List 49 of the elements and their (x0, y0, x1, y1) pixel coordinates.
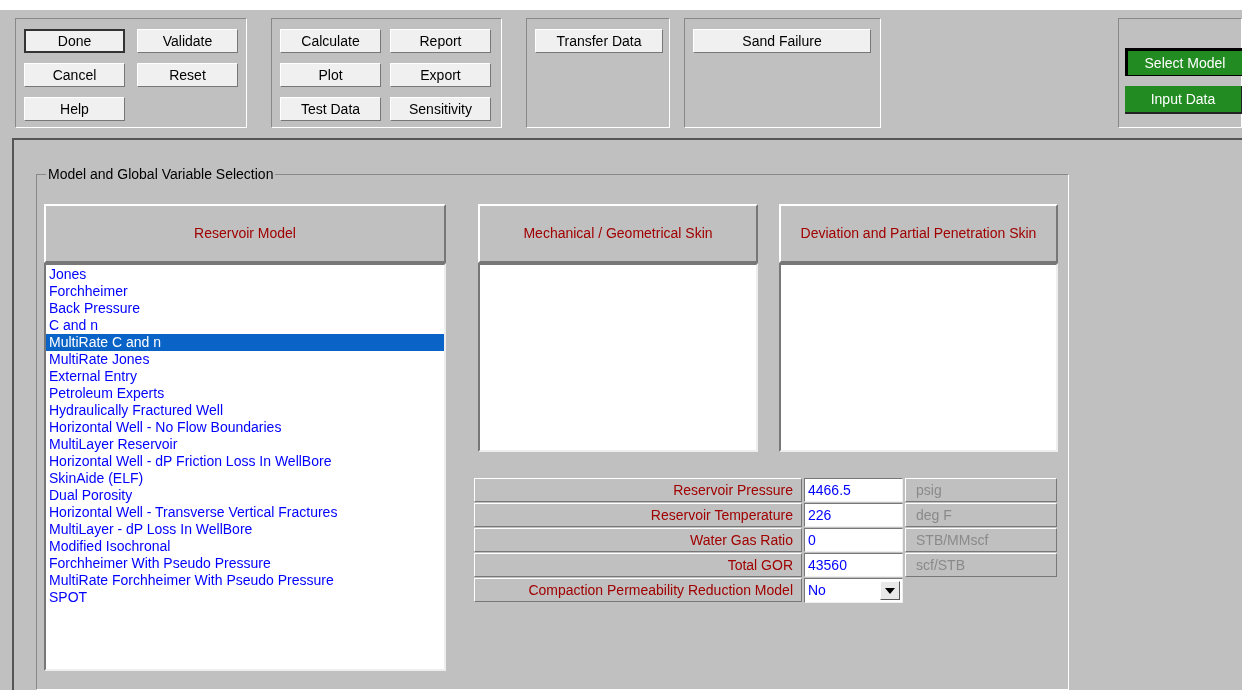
toolbar-button[interactable]: Export (390, 63, 491, 87)
column-header: Mechanical / Geometrical Skin (478, 204, 758, 263)
navigation-button[interactable]: Select Model (1125, 48, 1242, 76)
list-item[interactable]: Horizontal Well - No Flow Boundaries (46, 419, 444, 436)
toolbar-button[interactable]: Plot (280, 63, 381, 87)
column-header: Reservoir Model (44, 204, 446, 263)
toolbar-button[interactable]: Sand Failure (693, 29, 871, 53)
field-label: Water Gas Ratio (474, 528, 802, 552)
list-item[interactable]: Modified Isochronal (46, 538, 444, 555)
field-label: Reservoir Pressure (474, 478, 802, 502)
value-field[interactable]: 4466.5 (804, 478, 903, 502)
model-list[interactable] (44, 263, 446, 671)
list-item[interactable]: Horizontal Well - dP Friction Loss In WellBore (46, 453, 444, 470)
list-item[interactable]: SPOT (46, 589, 444, 606)
list-item[interactable]: MultiRate C and n (46, 334, 444, 351)
toolbar-button[interactable]: Sensitivity (390, 97, 491, 121)
list-item[interactable]: MultiRate Jones (46, 351, 444, 368)
list-item[interactable]: Back Pressure (46, 300, 444, 317)
toolbar-button[interactable]: Transfer Data (535, 29, 663, 53)
list-item[interactable]: Dual Porosity (46, 487, 444, 504)
navigation-button[interactable]: Input Data (1125, 86, 1242, 114)
list-item[interactable]: External Entry (46, 368, 444, 385)
list-item[interactable]: MultiLayer Reservoir (46, 436, 444, 453)
toolbar-button[interactable]: Cancel (24, 63, 125, 87)
toolbar-button[interactable]: Reset (137, 63, 238, 87)
list-item[interactable]: Forchheimer With Pseudo Pressure (46, 555, 444, 572)
toolbar-button[interactable]: Report (390, 29, 491, 53)
toolbar-button[interactable]: Done (24, 29, 125, 53)
list-item[interactable]: Jones (46, 266, 444, 283)
field-label: Compaction Permeability Reduction Model (474, 578, 802, 602)
list-item[interactable]: Petroleum Experts (46, 385, 444, 402)
field-label: Reservoir Temperature (474, 503, 802, 527)
toolbar-button[interactable]: Validate (137, 29, 238, 53)
toolbar-button[interactable]: Test Data (280, 97, 381, 121)
list-item[interactable]: MultiRate Forchheimer With Pseudo Pressure (46, 572, 444, 589)
list-item[interactable]: Forchheimer (46, 283, 444, 300)
value-field[interactable]: 226 (804, 503, 903, 527)
field-label: Total GOR (474, 553, 802, 577)
list-item[interactable]: Hydraulically Fractured Well (46, 402, 444, 419)
value-field[interactable]: 0 (804, 528, 903, 552)
column-header: Deviation and Partial Penetration Skin (779, 204, 1058, 263)
toolbar-button[interactable]: Calculate (280, 29, 381, 53)
list-item[interactable]: C and n (46, 317, 444, 334)
list-item[interactable]: Horizontal Well - Transverse Vertical Fractures (46, 504, 444, 521)
list-item[interactable]: SkinAide (ELF) (46, 470, 444, 487)
dropdown[interactable]: No (804, 578, 903, 603)
list-item[interactable]: MultiLayer - dP Loss In WellBore (46, 521, 444, 538)
toolbar-button[interactable]: Help (24, 97, 125, 121)
value-field[interactable]: 43560 (804, 553, 903, 577)
